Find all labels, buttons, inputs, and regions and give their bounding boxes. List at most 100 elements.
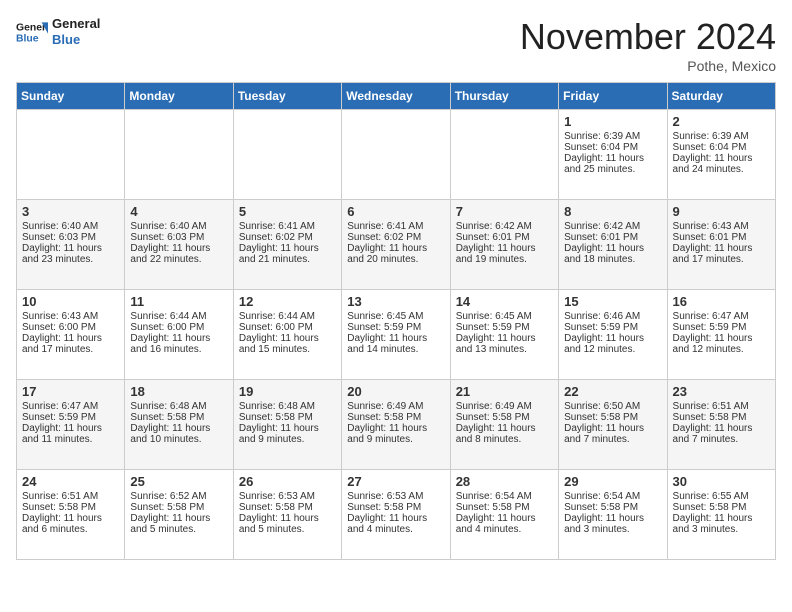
sunset-text: Sunset: 6:03 PM: [22, 232, 119, 243]
daylight-text: Daylight: 11 hours and 7 minutes.: [564, 423, 661, 445]
daylight-text: Daylight: 11 hours and 25 minutes.: [564, 153, 661, 175]
day-number: 25: [130, 474, 227, 489]
day-number: 6: [347, 204, 444, 219]
sunset-text: Sunset: 6:01 PM: [564, 232, 661, 243]
col-tuesday: Tuesday: [233, 83, 341, 110]
calendar-cell: 19Sunrise: 6:48 AMSunset: 5:58 PMDayligh…: [233, 380, 341, 470]
calendar-cell: 1Sunrise: 6:39 AMSunset: 6:04 PMDaylight…: [559, 110, 667, 200]
calendar-cell: 7Sunrise: 6:42 AMSunset: 6:01 PMDaylight…: [450, 200, 558, 290]
sunset-text: Sunset: 5:59 PM: [347, 322, 444, 333]
day-number: 27: [347, 474, 444, 489]
calendar-body: 1Sunrise: 6:39 AMSunset: 6:04 PMDaylight…: [17, 110, 776, 560]
daylight-text: Daylight: 11 hours and 7 minutes.: [673, 423, 770, 445]
daylight-text: Daylight: 11 hours and 9 minutes.: [239, 423, 336, 445]
sunset-text: Sunset: 5:59 PM: [22, 412, 119, 423]
title-block: November 2024 Pothe, Mexico: [520, 16, 776, 74]
day-number: 17: [22, 384, 119, 399]
sunrise-text: Sunrise: 6:49 AM: [456, 401, 553, 412]
daylight-text: Daylight: 11 hours and 17 minutes.: [673, 243, 770, 265]
sunrise-text: Sunrise: 6:55 AM: [673, 491, 770, 502]
sunrise-text: Sunrise: 6:41 AM: [239, 221, 336, 232]
day-number: 29: [564, 474, 661, 489]
day-number: 8: [564, 204, 661, 219]
sunrise-text: Sunrise: 6:42 AM: [564, 221, 661, 232]
sunrise-text: Sunrise: 6:39 AM: [564, 131, 661, 142]
page-header: General Blue General Blue November 2024 …: [16, 16, 776, 74]
calendar-header: Sunday Monday Tuesday Wednesday Thursday…: [17, 83, 776, 110]
sunset-text: Sunset: 5:59 PM: [456, 322, 553, 333]
calendar-cell: 6Sunrise: 6:41 AMSunset: 6:02 PMDaylight…: [342, 200, 450, 290]
day-number: 16: [673, 294, 770, 309]
daylight-text: Daylight: 11 hours and 19 minutes.: [456, 243, 553, 265]
sunset-text: Sunset: 5:58 PM: [673, 412, 770, 423]
sunrise-text: Sunrise: 6:53 AM: [347, 491, 444, 502]
daylight-text: Daylight: 11 hours and 4 minutes.: [347, 513, 444, 535]
sunrise-text: Sunrise: 6:44 AM: [130, 311, 227, 322]
calendar-cell: 20Sunrise: 6:49 AMSunset: 5:58 PMDayligh…: [342, 380, 450, 470]
day-number: 5: [239, 204, 336, 219]
sunset-text: Sunset: 5:59 PM: [564, 322, 661, 333]
calendar-cell: 23Sunrise: 6:51 AMSunset: 5:58 PMDayligh…: [667, 380, 775, 470]
day-number: 10: [22, 294, 119, 309]
sunset-text: Sunset: 5:58 PM: [564, 412, 661, 423]
sunrise-text: Sunrise: 6:40 AM: [22, 221, 119, 232]
day-number: 19: [239, 384, 336, 399]
calendar-cell: 26Sunrise: 6:53 AMSunset: 5:58 PMDayligh…: [233, 470, 341, 560]
sunset-text: Sunset: 6:01 PM: [456, 232, 553, 243]
day-number: 2: [673, 114, 770, 129]
month-title: November 2024: [520, 16, 776, 58]
calendar-cell: [125, 110, 233, 200]
header-row: Sunday Monday Tuesday Wednesday Thursday…: [17, 83, 776, 110]
calendar-cell: 8Sunrise: 6:42 AMSunset: 6:01 PMDaylight…: [559, 200, 667, 290]
sunrise-text: Sunrise: 6:46 AM: [564, 311, 661, 322]
col-sunday: Sunday: [17, 83, 125, 110]
day-number: 30: [673, 474, 770, 489]
calendar-week-4: 17 Sunrise: 6:47 AMSunset: 5:59 PM Dayligh…: [17, 380, 776, 470]
calendar-cell: 3 Sunrise: 6:40 AMSunset: 6:03 PMDaylight…: [17, 200, 125, 290]
day-number: 28: [456, 474, 553, 489]
sunset-text: Sunset: 6:03 PM: [130, 232, 227, 243]
calendar-cell: 2Sunrise: 6:39 AMSunset: 6:04 PMDaylight…: [667, 110, 775, 200]
daylight-text: Daylight: 11 hours and 8 minutes.: [456, 423, 553, 445]
sunrise-text: Sunrise: 6:40 AM: [130, 221, 227, 232]
sunset-text: Sunset: 5:58 PM: [347, 502, 444, 513]
col-thursday: Thursday: [450, 83, 558, 110]
logo-general-text: General: [52, 16, 100, 32]
sunrise-text: Sunrise: 6:48 AM: [130, 401, 227, 412]
sunrise-text: Sunrise: 6:50 AM: [564, 401, 661, 412]
calendar-cell: 21Sunrise: 6:49 AMSunset: 5:58 PMDayligh…: [450, 380, 558, 470]
calendar-cell: 30Sunrise: 6:55 AMSunset: 5:58 PMDayligh…: [667, 470, 775, 560]
sunset-text: Sunset: 5:58 PM: [456, 502, 553, 513]
day-number: 18: [130, 384, 227, 399]
sunrise-text: Sunrise: 6:54 AM: [456, 491, 553, 502]
daylight-text: Daylight: 11 hours and 23 minutes.: [22, 243, 119, 265]
sunset-text: Sunset: 5:58 PM: [239, 412, 336, 423]
calendar-cell: 12Sunrise: 6:44 AMSunset: 6:00 PMDayligh…: [233, 290, 341, 380]
daylight-text: Daylight: 11 hours and 12 minutes.: [564, 333, 661, 355]
day-number: 26: [239, 474, 336, 489]
sunset-text: Sunset: 6:02 PM: [239, 232, 336, 243]
daylight-text: Daylight: 11 hours and 17 minutes.: [22, 333, 119, 355]
calendar-cell: 15Sunrise: 6:46 AMSunset: 5:59 PMDayligh…: [559, 290, 667, 380]
sunset-text: Sunset: 5:58 PM: [130, 502, 227, 513]
logo-blue-text: Blue: [52, 32, 100, 48]
calendar-cell: 16Sunrise: 6:47 AMSunset: 5:59 PMDayligh…: [667, 290, 775, 380]
calendar-cell: 29Sunrise: 6:54 AMSunset: 5:58 PMDayligh…: [559, 470, 667, 560]
sunrise-text: Sunrise: 6:44 AM: [239, 311, 336, 322]
daylight-text: Daylight: 11 hours and 9 minutes.: [347, 423, 444, 445]
daylight-text: Daylight: 11 hours and 20 minutes.: [347, 243, 444, 265]
calendar-cell: 24Sunrise: 6:51 AMSunset: 5:58 PMDayligh…: [17, 470, 125, 560]
daylight-text: Daylight: 11 hours and 16 minutes.: [130, 333, 227, 355]
calendar-cell: [17, 110, 125, 200]
calendar-cell: 14Sunrise: 6:45 AMSunset: 5:59 PMDayligh…: [450, 290, 558, 380]
day-number: 13: [347, 294, 444, 309]
day-number: 21: [456, 384, 553, 399]
day-number: 3: [22, 204, 119, 219]
daylight-text: Daylight: 11 hours and 3 minutes.: [564, 513, 661, 535]
col-saturday: Saturday: [667, 83, 775, 110]
sunset-text: Sunset: 5:58 PM: [564, 502, 661, 513]
sunrise-text: Sunrise: 6:39 AM: [673, 131, 770, 142]
sunrise-text: Sunrise: 6:47 AM: [22, 401, 119, 412]
sunrise-text: Sunrise: 6:43 AM: [22, 311, 119, 322]
col-wednesday: Wednesday: [342, 83, 450, 110]
